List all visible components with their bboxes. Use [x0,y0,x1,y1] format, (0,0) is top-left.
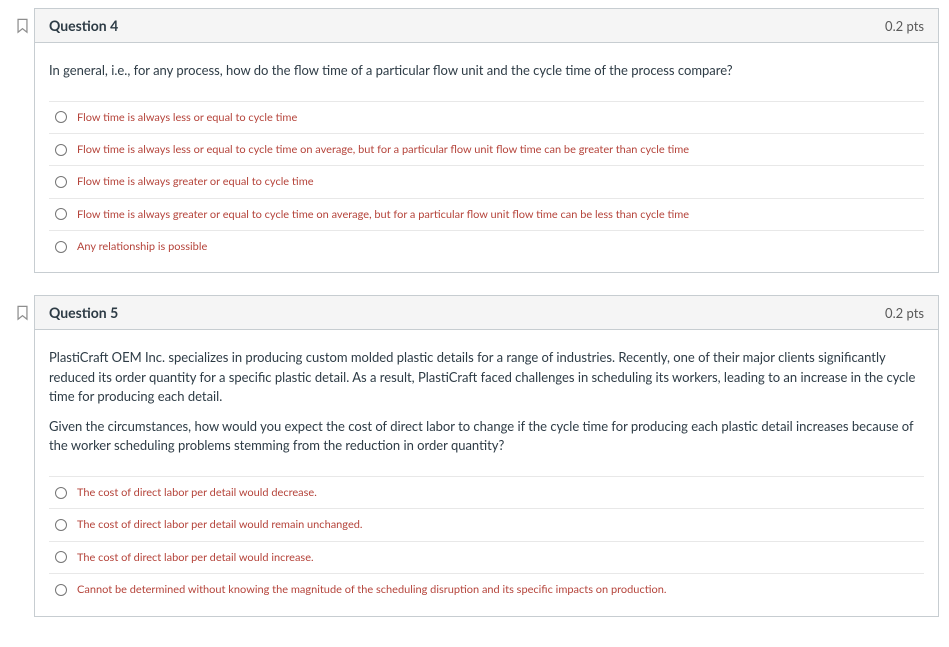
answer-radio[interactable] [55,241,67,253]
question-card: Question 5 0.2 pts PlastiCraft OEM Inc. sp… [34,295,939,616]
answer-label: Flow time is always greater or equal to … [77,174,314,189]
answer-option[interactable]: The cost of direct labor per detail woul… [49,542,924,574]
question-header: Question 5 0.2 pts [35,296,938,330]
answer-radio[interactable] [55,551,67,563]
question-body: PlastiCraft OEM Inc. specializes in prod… [35,330,938,615]
answer-option[interactable]: Flow time is always greater or equal to … [49,199,924,231]
prompt-paragraph: Given the circumstances, how would you e… [49,417,924,456]
answer-option[interactable]: The cost of direct labor per detail woul… [49,477,924,509]
question-prompt: PlastiCraft OEM Inc. specializes in prod… [49,348,924,456]
bookmark-icon[interactable] [16,18,29,34]
answer-label: Flow time is always less or equal to cyc… [77,142,689,157]
answer-option[interactable]: Cannot be determined without knowing the… [49,574,924,605]
answer-label: Flow time is always greater or equal to … [77,207,689,222]
answer-label: Any relationship is possible [77,239,207,254]
question-block: Question 5 0.2 pts PlastiCraft OEM Inc. sp… [10,295,939,616]
answer-radio[interactable] [55,519,67,531]
bookmark-column [10,295,34,321]
prompt-paragraph: In general, i.e., for any process, how d… [49,61,924,81]
question-points: 0.2 pts [885,305,924,321]
answer-radio[interactable] [55,584,67,596]
question-card: Question 4 0.2 pts In general, i.e., for a… [34,8,939,273]
answer-option[interactable]: Flow time is always less or equal to cyc… [49,102,924,134]
answers-list: The cost of direct labor per detail woul… [49,476,924,606]
question-title: Question 4 [49,17,118,34]
question-title: Question 5 [49,304,118,321]
answers-list: Flow time is always less or equal to cyc… [49,101,924,263]
bookmark-icon[interactable] [16,305,29,321]
answer-radio[interactable] [55,176,67,188]
answer-label: The cost of direct labor per detail woul… [77,517,363,532]
answer-label: Cannot be determined without knowing the… [77,582,666,597]
answer-label: Flow time is always less or equal to cyc… [77,110,297,125]
answer-label: The cost of direct labor per detail woul… [77,550,314,565]
prompt-paragraph: PlastiCraft OEM Inc. specializes in prod… [49,348,924,407]
question-points: 0.2 pts [885,18,924,34]
question-block: Question 4 0.2 pts In general, i.e., for a… [10,8,939,273]
question-prompt: In general, i.e., for any process, how d… [49,61,924,81]
answer-radio[interactable] [55,144,67,156]
bookmark-column [10,8,34,34]
answer-option[interactable]: Flow time is always greater or equal to … [49,166,924,198]
answer-option[interactable]: Flow time is always less or equal to cyc… [49,134,924,166]
question-header: Question 4 0.2 pts [35,9,938,43]
answer-radio[interactable] [55,208,67,220]
answer-option[interactable]: Any relationship is possible [49,231,924,262]
question-body: In general, i.e., for any process, how d… [35,43,938,272]
answer-radio[interactable] [55,111,67,123]
answer-label: The cost of direct labor per detail woul… [77,485,317,500]
answer-radio[interactable] [55,487,67,499]
